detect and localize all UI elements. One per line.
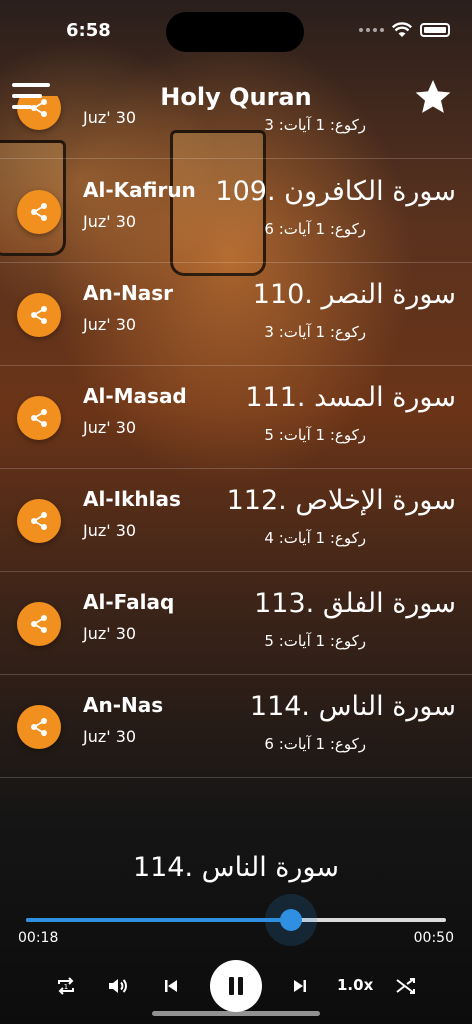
surah-juz: Juz' 30 [83,212,137,231]
share-icon [31,306,47,324]
home-indicator [152,1011,320,1016]
volume-button[interactable] [102,970,134,1002]
now-playing-title: 114. سورة الناس [132,852,340,883]
surah-arabic-name: 114. سورة الناس [249,691,456,722]
share-icon [31,203,47,221]
share-icon [31,615,47,633]
seek-thumb[interactable] [279,909,302,931]
seek-bar[interactable] [26,894,446,946]
surah-arabic-name: 110. سورة النصر [252,279,456,310]
share-button[interactable] [17,499,61,543]
battery-icon [420,23,450,37]
wifi-icon [392,22,412,37]
share-button[interactable] [17,190,61,234]
next-button[interactable] [284,970,316,1002]
surah-ruku-ayat: رکوع: 1 آیات: 6 [264,220,366,238]
share-icon [31,512,47,530]
share-button[interactable] [17,705,61,749]
surah-english-name: An-Nas [83,693,164,717]
list-item[interactable]: Al-Ikhlas Juz' 30 112. سورة الإخلاص رکوع… [0,469,472,572]
list-item[interactable]: Al-Masad Juz' 30 111. سورة المسد رکوع: 1… [0,366,472,469]
pause-button[interactable] [210,960,262,1012]
seek-bar-progress [26,918,291,922]
list-item[interactable]: Al-Kafirun Juz' 30 109. سورة الكافرون رک… [0,160,472,263]
list-item[interactable]: An-Nas Juz' 30 114. سورة الناس رکوع: 1 آ… [0,675,472,778]
elapsed-time: 00:18 [18,930,59,946]
signal-icon [359,28,384,32]
surah-arabic-name: 109. سورة الكافرون [215,176,456,207]
surah-arabic-name: 112. سورة الإخلاص [226,485,456,516]
skip-previous-icon [165,980,177,992]
status-bar: 6:58 [0,0,472,60]
surah-ruku-ayat: رکوع: 1 آیات: 5 [264,426,366,444]
share-icon [31,718,47,736]
surah-english-name: Al-Ikhlas [83,487,181,511]
repeat-button[interactable]: 1 [50,970,82,1002]
surah-list[interactable]: Juz' 30 رکوع: 1 آیات: 3 Al-Kafirun Juz' … [0,96,472,788]
surah-arabic-name: 113. سورة الفلق [254,588,456,619]
surah-arabic-name: 111. سورة المسد [245,382,456,413]
share-icon [31,409,47,427]
surah-juz: Juz' 30 [83,315,137,334]
status-icons [359,22,450,38]
surah-ruku-ayat: رکوع: 1 آیات: 5 [264,632,366,650]
surah-english-name: Al-Masad [83,384,187,408]
surah-ruku-ayat: رکوع: 1 آیات: 3 [264,323,366,341]
star-icon[interactable] [412,77,454,117]
playback-speed-button[interactable]: 1.0x [337,976,373,994]
shuffle-icon [396,978,415,994]
share-button[interactable] [17,293,61,337]
share-button[interactable] [17,396,61,440]
surah-juz: Juz' 30 [83,521,137,540]
list-item[interactable]: An-Nasr Juz' 30 110. سورة النصر رکوع: 1 … [0,263,472,366]
dynamic-island [166,12,304,52]
page-title: Holy Quran [160,83,312,111]
volume-icon [109,979,127,993]
repeat-one-icon: 1 [58,977,74,995]
previous-button[interactable] [155,970,187,1002]
surah-juz: Juz' 30 [83,727,137,746]
status-time: 6:58 [66,20,111,41]
shuffle-button[interactable] [390,970,422,1002]
player-controls: 1 1.0x [0,958,472,1014]
skip-next-icon [294,980,306,992]
surah-english-name: Al-Kafirun [83,178,196,202]
surah-english-name: Al-Falaq [83,590,175,614]
surah-juz: Juz' 30 [83,624,137,643]
surah-english-name: An-Nasr [83,281,174,305]
surah-ruku-ayat: رکوع: 1 آیات: 6 [264,735,366,753]
surah-ruku-ayat: رکوع: 1 آیات: 4 [264,529,366,547]
svg-text:1: 1 [64,983,68,991]
list-item[interactable]: Al-Falaq Juz' 30 113. سورة الفلق رکوع: 1… [0,572,472,675]
app-header: Holy Quran [0,75,472,119]
share-button[interactable] [17,602,61,646]
surah-juz: Juz' 30 [83,418,137,437]
pause-icon [229,977,243,995]
total-duration: 00:50 [413,930,454,946]
